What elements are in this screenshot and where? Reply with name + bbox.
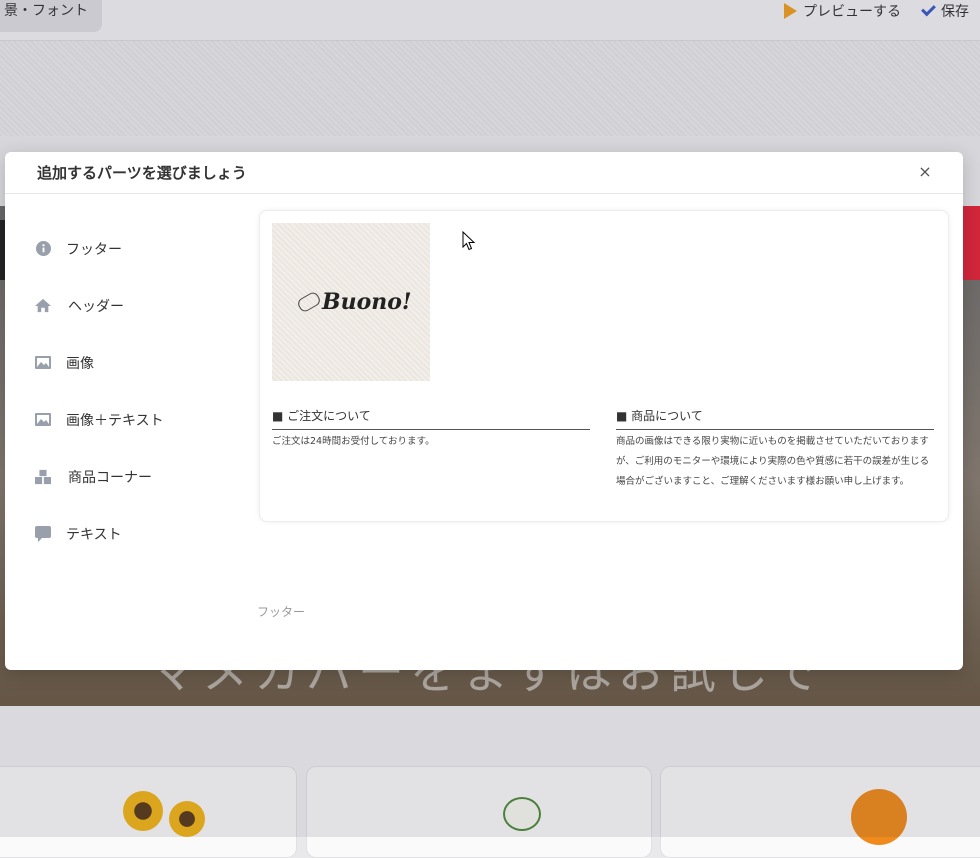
close-button[interactable]: × <box>915 162 935 182</box>
image-icon <box>35 412 51 428</box>
product-info-section: ■ 商品について 商品の画像はできる限り実物に近いものを掲載させていただいており… <box>616 407 934 492</box>
add-parts-modal: 追加するパーツを選びましょう × フッター ヘッダー 画像 画像＋テキスト 商品… <box>5 152 963 670</box>
menu-item-label: テキスト <box>66 526 122 543</box>
product-info-heading: ■ 商品について <box>616 407 934 430</box>
order-info-section: ■ ご注文について ご注文は24時間お受付しております。 <box>272 407 590 452</box>
shop-logo-image: Buono! <box>272 223 430 381</box>
order-info-body: ご注文は24時間お受付しております。 <box>272 436 435 447</box>
menu-item-label: 画像 <box>66 355 94 372</box>
modal-header: 追加するパーツを選びましょう × <box>5 152 963 194</box>
shop-logo-text: Buono! <box>322 289 412 315</box>
order-info-heading: ■ ご注文について <box>272 407 590 430</box>
menu-item-label: 商品コーナー <box>68 469 152 486</box>
menu-item-image[interactable]: 画像 <box>35 334 235 391</box>
menu-item-label: ヘッダー <box>68 298 124 315</box>
info-icon <box>35 241 51 257</box>
parts-menu: フッター ヘッダー 画像 画像＋テキスト 商品コーナー テキスト <box>35 220 235 562</box>
menu-item-label: フッター <box>66 241 122 258</box>
modal-title: 追加するパーツを選びましょう <box>37 164 247 182</box>
image-icon <box>35 355 51 371</box>
preview-caption: フッター <box>257 605 306 619</box>
menu-item-image-text[interactable]: 画像＋テキスト <box>35 391 235 448</box>
product-info-body: 商品の画像はできる限り実物に近いものを掲載させていただいておりますが、ご利用のモ… <box>616 436 930 487</box>
candy-icon <box>295 290 323 314</box>
menu-item-footer[interactable]: フッター <box>35 220 235 277</box>
home-icon <box>35 298 51 314</box>
speech-bubble-icon <box>35 525 51 542</box>
menu-item-header[interactable]: ヘッダー <box>35 277 235 334</box>
menu-item-text[interactable]: テキスト <box>35 505 235 562</box>
boxes-icon <box>35 469 51 485</box>
menu-item-label: 画像＋テキスト <box>66 412 164 429</box>
menu-item-product-corner[interactable]: 商品コーナー <box>35 448 235 505</box>
footer-preview-card[interactable]: Buono! ■ ご注文について ご注文は24時間お受付しております。 ■ 商品… <box>259 210 949 522</box>
mouse-cursor-icon <box>462 231 476 251</box>
